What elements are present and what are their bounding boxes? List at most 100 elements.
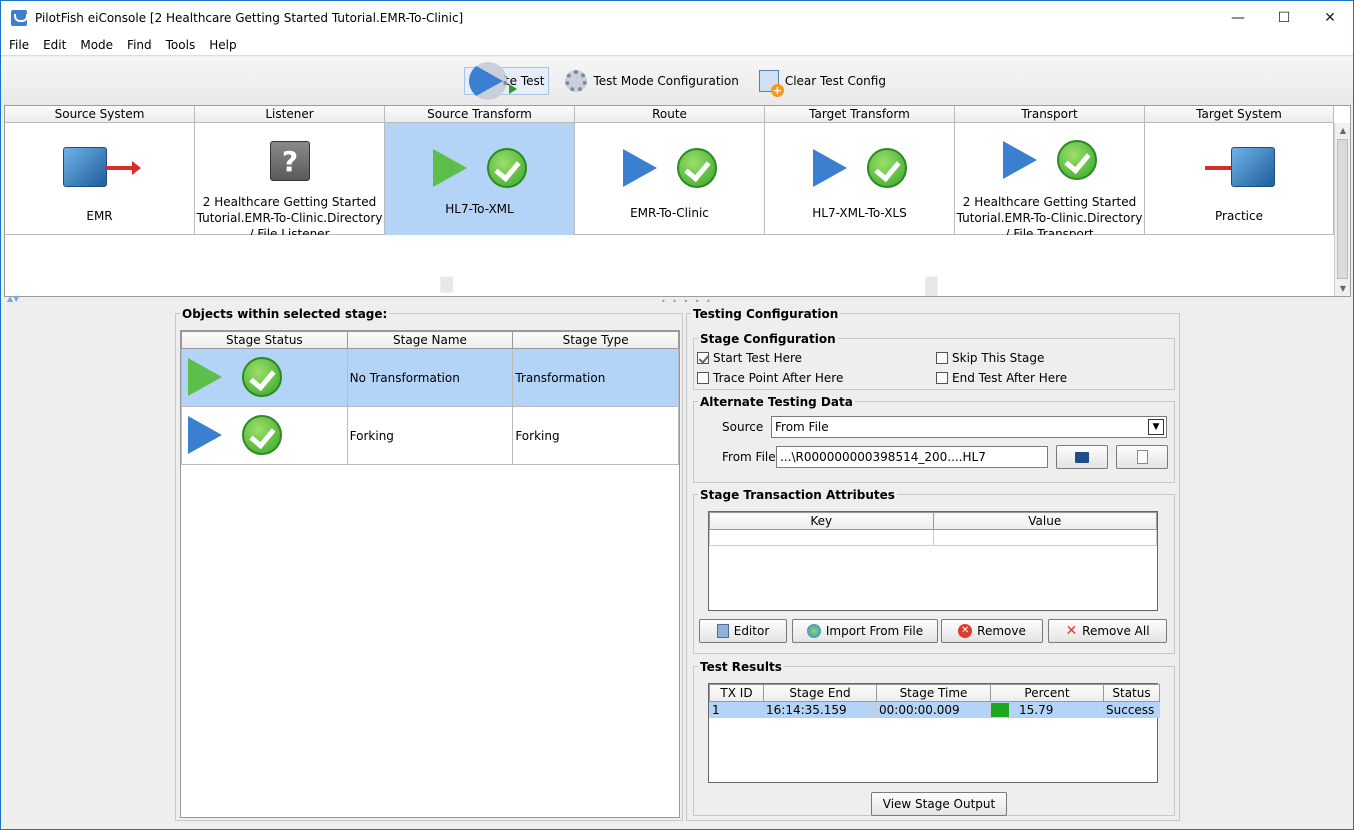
checkbox-checked-icon bbox=[697, 352, 709, 364]
stage-end-cell: 16:14:35.159 bbox=[763, 701, 877, 718]
attributes-table: Key Value bbox=[708, 511, 1158, 611]
test-results-group: Test Results TX ID Stage End Stage Time … bbox=[693, 660, 1175, 816]
results-title: Test Results bbox=[698, 660, 784, 674]
page-icon bbox=[1136, 450, 1148, 464]
scroll-down-icon[interactable]: ▼ bbox=[1335, 281, 1350, 296]
end-test-checkbox[interactable]: End Test After Here bbox=[936, 371, 1067, 385]
stage-header: Target System bbox=[1145, 106, 1333, 123]
stage-columns: Source System EMR Listener ? 2 Healthcar… bbox=[5, 106, 1334, 235]
stage-type-cell: Forking bbox=[512, 406, 679, 465]
pilotfish-app-icon bbox=[11, 9, 28, 26]
column-header[interactable]: Value bbox=[932, 512, 1157, 530]
toolbar: Execute Test Test Mode Configuration Cle… bbox=[1, 57, 1353, 105]
column-header[interactable]: TX ID bbox=[709, 684, 764, 702]
tx-id-cell: 1 bbox=[709, 701, 764, 718]
execute-test-button[interactable]: Execute Test bbox=[464, 62, 550, 100]
stage-route[interactable]: Route EMR-To-Clinic bbox=[575, 106, 765, 235]
app-window: PilotFish eiConsole [2 Healthcare Gettin… bbox=[0, 0, 1354, 830]
test-mode-config-label: Test Mode Configuration bbox=[593, 74, 739, 88]
maximize-button[interactable]: ☐ bbox=[1261, 1, 1307, 34]
menu-edit[interactable]: Edit bbox=[35, 38, 72, 52]
check-icon bbox=[242, 357, 282, 397]
table-row[interactable]: No Transformation Transformation bbox=[181, 348, 679, 407]
column-header[interactable]: Status bbox=[1103, 684, 1160, 702]
stage-label: 2 Healthcare Getting Started Tutorial.EM… bbox=[956, 195, 1143, 235]
column-header[interactable]: Percent bbox=[990, 684, 1104, 702]
play-icon bbox=[813, 149, 847, 187]
stage-panel: eiconsole Source System EMR Listener ? 2… bbox=[4, 105, 1351, 297]
stage-source-system[interactable]: Source System EMR bbox=[5, 106, 195, 235]
stage-label: HL7-To-XML bbox=[445, 202, 514, 216]
stage-header: Source Transform bbox=[385, 106, 574, 123]
testing-configuration-panel: Testing Configuration Stage Configuratio… bbox=[686, 307, 1180, 821]
test-mode-config-button[interactable]: Test Mode Configuration bbox=[561, 67, 742, 95]
stage-transaction-attributes-group: Stage Transaction Attributes Key Value E… bbox=[693, 488, 1175, 654]
stage-header: Route bbox=[575, 106, 764, 123]
table-row[interactable]: 1 16:14:35.159 00:00:00.009 15.79 Succes… bbox=[709, 701, 1160, 718]
column-header[interactable]: Stage Type bbox=[512, 331, 679, 349]
stage-scrollbar[interactable]: ▲ ▼ bbox=[1334, 123, 1350, 296]
objects-table: Stage Status Stage Name Stage Type No Tr… bbox=[180, 330, 680, 818]
chevron-down-icon: ▼ bbox=[1148, 419, 1164, 435]
stage-label: EMR-To-Clinic bbox=[630, 206, 709, 220]
column-header[interactable]: Key bbox=[709, 512, 934, 530]
scroll-up-icon[interactable]: ▲ bbox=[1335, 123, 1350, 139]
menu-help[interactable]: Help bbox=[201, 38, 242, 52]
table-row[interactable] bbox=[709, 529, 1157, 546]
skip-this-stage-checkbox[interactable]: Skip This Stage bbox=[936, 351, 1044, 365]
menu-tools[interactable]: Tools bbox=[158, 38, 202, 52]
clear-test-config-button[interactable]: Clear Test Config bbox=[755, 67, 890, 97]
import-from-file-button[interactable]: Import From File bbox=[792, 619, 938, 643]
stage-name-cell: Forking bbox=[346, 406, 514, 465]
browse-folder-button[interactable] bbox=[1056, 445, 1108, 469]
split-handle[interactable]: • • • • • bbox=[661, 297, 713, 306]
minimize-button[interactable]: — bbox=[1215, 1, 1261, 34]
title-bar: PilotFish eiConsole [2 Healthcare Gettin… bbox=[1, 1, 1353, 34]
alt-data-title: Alternate Testing Data bbox=[698, 395, 855, 409]
scroll-thumb[interactable] bbox=[1337, 139, 1348, 279]
menu-mode[interactable]: Mode bbox=[72, 38, 119, 52]
editor-button[interactable]: Editor bbox=[699, 619, 787, 643]
menu-file[interactable]: File bbox=[1, 38, 35, 52]
play-icon bbox=[188, 416, 222, 454]
from-file-input[interactable]: ...\R000000000398514_200....HL7 bbox=[776, 446, 1048, 468]
check-icon bbox=[487, 148, 527, 188]
stage-type-cell: Transformation bbox=[512, 348, 679, 407]
stage-time-cell: 00:00:00.009 bbox=[876, 701, 991, 718]
remove-all-button[interactable]: ✕ Remove All bbox=[1048, 619, 1167, 643]
table-row[interactable]: Forking Forking bbox=[181, 406, 679, 465]
close-icon: ✕ bbox=[1065, 623, 1078, 639]
column-header[interactable]: Stage Status bbox=[181, 331, 348, 349]
close-button[interactable]: ✕ bbox=[1307, 1, 1353, 34]
status-cell: Success bbox=[1103, 701, 1160, 718]
checkbox-icon bbox=[936, 372, 948, 384]
stage-source-transform[interactable]: Source Transform HL7-To-XML bbox=[385, 106, 575, 235]
start-test-here-checkbox[interactable]: Start Test Here bbox=[697, 351, 802, 365]
collapse-arrows-icon[interactable]: ▲▼ bbox=[7, 294, 19, 303]
column-header[interactable]: Stage Name bbox=[346, 331, 514, 349]
menu-find[interactable]: Find bbox=[119, 38, 158, 52]
gears-icon bbox=[565, 70, 588, 92]
column-header[interactable]: Stage Time bbox=[876, 684, 991, 702]
view-stage-output-button[interactable]: View Stage Output bbox=[871, 792, 1007, 816]
stage-target-transform[interactable]: Target Transform HL7-XML-To-XLS bbox=[765, 106, 955, 235]
from-file-label: From File bbox=[722, 450, 776, 464]
clear-config-icon bbox=[758, 70, 784, 97]
trace-point-checkbox[interactable]: Trace Point After Here bbox=[697, 371, 843, 385]
remove-button[interactable]: ✕ Remove bbox=[941, 619, 1043, 643]
check-icon bbox=[677, 148, 717, 188]
objects-panel: Objects within selected stage: Stage Sta… bbox=[175, 307, 683, 821]
source-select[interactable]: From File ▼ bbox=[771, 416, 1167, 438]
stage-config-title: Stage Configuration bbox=[698, 332, 838, 346]
check-icon bbox=[242, 415, 282, 455]
server-icon bbox=[63, 147, 107, 187]
stage-transport[interactable]: Transport 2 Healthcare Getting Started T… bbox=[955, 106, 1145, 235]
checkbox-icon bbox=[697, 372, 709, 384]
stage-target-system[interactable]: Target System Practice bbox=[1145, 106, 1334, 235]
stage-listener[interactable]: Listener ? 2 Healthcare Getting Started … bbox=[195, 106, 385, 235]
import-icon bbox=[806, 624, 821, 638]
column-header[interactable]: Stage End bbox=[763, 684, 877, 702]
open-file-button[interactable] bbox=[1116, 445, 1168, 469]
stage-name-cell: No Transformation bbox=[346, 348, 514, 407]
test-results-table: TX ID Stage End Stage Time Percent Statu… bbox=[708, 683, 1160, 783]
